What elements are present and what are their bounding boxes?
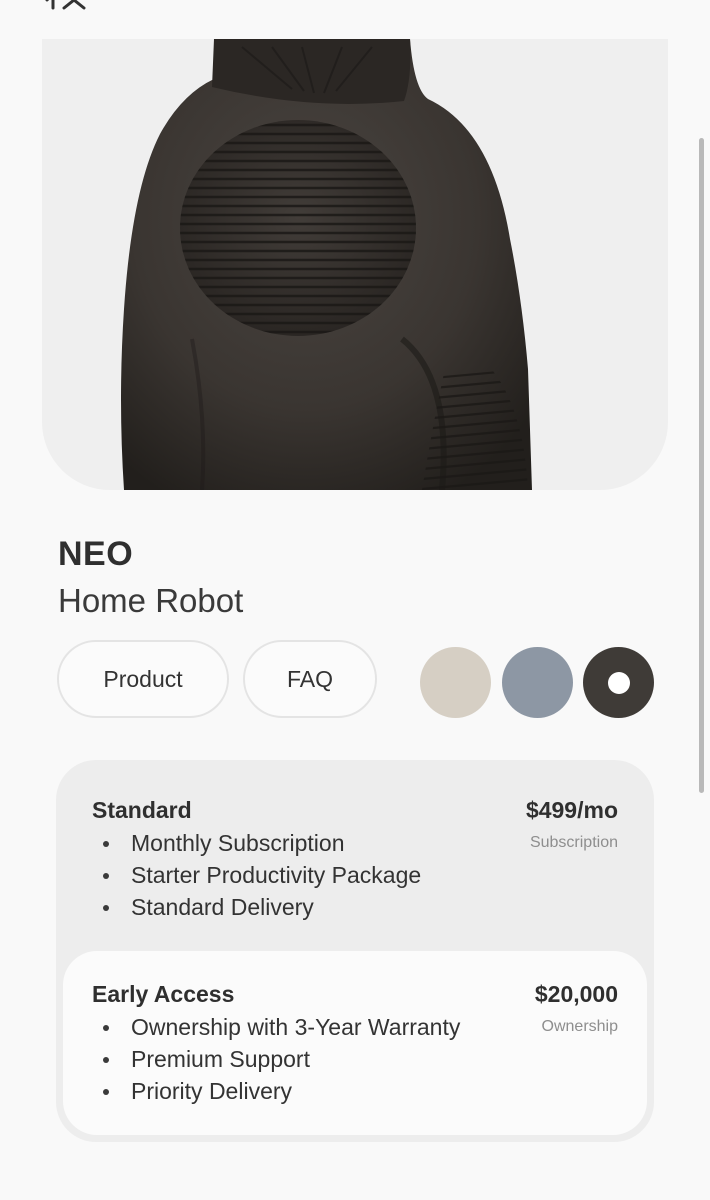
feature-item: Starter Productivity Package xyxy=(100,859,421,891)
plan-type: Ownership xyxy=(541,1018,618,1035)
color-swatch-blue[interactable] xyxy=(502,647,573,718)
pricing-plans: Standard Monthly Subscription Starter Pr… xyxy=(56,760,654,1142)
feature-item: Monthly Subscription xyxy=(100,827,421,859)
product-button[interactable]: Product xyxy=(57,640,229,718)
selected-indicator xyxy=(608,672,630,694)
robot-torso-image xyxy=(121,39,532,490)
plan-features: Monthly Subscription Starter Productivit… xyxy=(100,827,421,923)
feature-item: Standard Delivery xyxy=(100,891,421,923)
feature-item: Priority Delivery xyxy=(100,1075,460,1107)
product-name: NEO xyxy=(58,535,134,573)
plan-early-access[interactable]: Early Access Ownership with 3-Year Warra… xyxy=(63,951,647,1135)
feature-item: Ownership with 3-Year Warranty xyxy=(100,1011,460,1043)
color-swatch-dark[interactable] xyxy=(583,647,654,718)
plan-type: Subscription xyxy=(529,834,618,851)
faq-button[interactable]: FAQ xyxy=(243,640,377,718)
feature-item: Premium Support xyxy=(100,1043,460,1075)
color-swatch-beige[interactable] xyxy=(420,647,491,718)
plan-standard[interactable]: Standard Monthly Subscription Starter Pr… xyxy=(56,760,654,950)
plan-features: Ownership with 3-Year Warranty Premium S… xyxy=(100,1011,460,1107)
1x-logo-icon[interactable] xyxy=(44,0,88,10)
plan-name: Standard xyxy=(92,797,192,823)
plan-name: Early Access xyxy=(92,981,235,1007)
plan-price: $499/mo xyxy=(525,797,618,823)
plan-price: $20,000 xyxy=(534,981,618,1007)
product-subtitle: Home Robot xyxy=(58,582,244,619)
product-page: NEO Home Robot Product FAQ Standard Mont… xyxy=(0,0,710,1200)
scrollbar[interactable] xyxy=(699,138,704,793)
product-image-carousel[interactable] xyxy=(42,39,668,490)
